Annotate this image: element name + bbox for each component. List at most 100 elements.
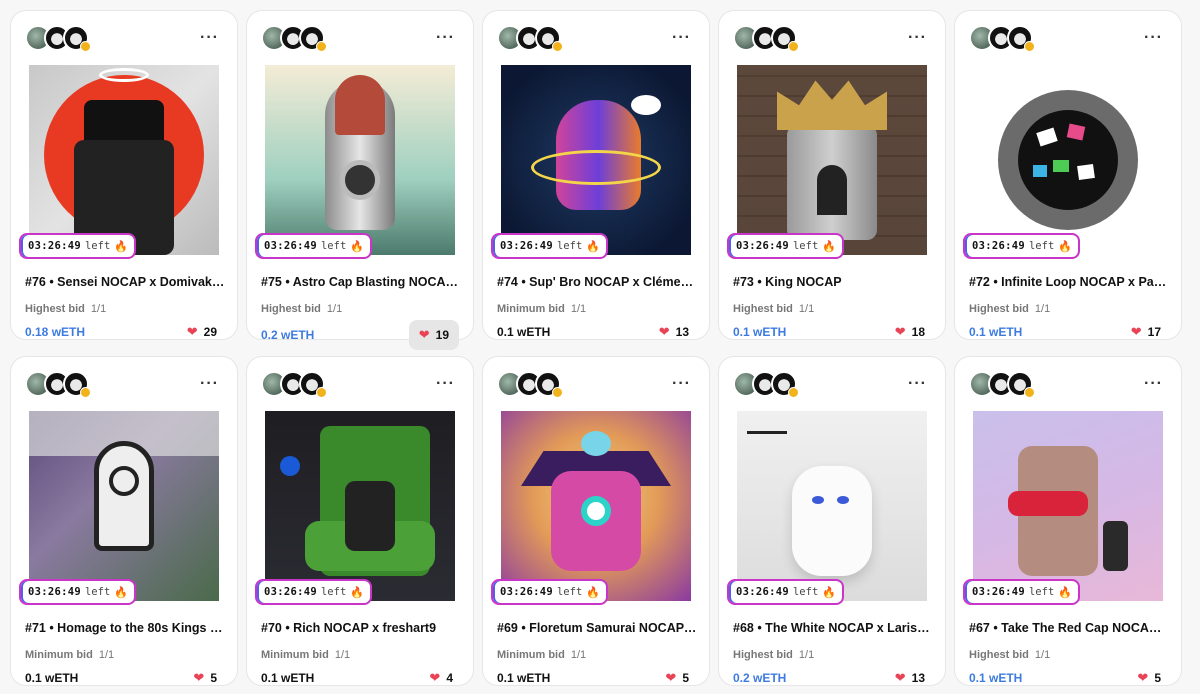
nft-card[interactable]: ··· 03:26:49 left 🔥 #71 • Homage to the …: [10, 356, 238, 686]
nft-artwork[interactable]: [265, 411, 455, 601]
more-options-icon[interactable]: ···: [200, 30, 223, 46]
nft-card[interactable]: ··· 03:26:49 left 🔥 #70 • Rich NOCAP x f…: [246, 356, 474, 686]
avatar[interactable]: [63, 371, 91, 398]
edition: 1/1: [98, 649, 115, 661]
creator-avatars[interactable]: [261, 25, 327, 52]
nft-artwork[interactable]: [737, 65, 927, 255]
heart-icon: ❤: [1137, 670, 1149, 685]
nft-title[interactable]: #74 • Sup' Bro NOCAP x Clémen...: [497, 275, 697, 289]
heart-icon: ❤: [894, 670, 906, 685]
more-options-icon[interactable]: ···: [1144, 30, 1167, 46]
like-button[interactable]: ❤ 5: [1131, 666, 1167, 690]
like-button[interactable]: ❤ 17: [1125, 320, 1167, 344]
fire-icon: 🔥: [822, 585, 836, 599]
nft-artwork[interactable]: [29, 411, 219, 601]
timer-time: 03:26:49: [500, 586, 553, 598]
like-button[interactable]: ❤ 13: [653, 320, 695, 344]
more-options-icon[interactable]: ···: [908, 30, 931, 46]
creator-avatars[interactable]: [497, 371, 563, 398]
creator-avatars[interactable]: [25, 371, 91, 398]
avatar[interactable]: [299, 25, 327, 52]
nft-media[interactable]: 03:26:49 left 🔥: [491, 65, 691, 259]
creator-avatars[interactable]: [497, 25, 563, 52]
heart-icon: ❤: [193, 670, 205, 685]
avatar[interactable]: [535, 25, 563, 52]
nft-artwork[interactable]: [973, 411, 1163, 601]
nft-media[interactable]: 03:26:49 left 🔥: [255, 411, 455, 605]
nft-title[interactable]: #75 • Astro Cap Blasting NOCAP...: [261, 275, 461, 289]
nft-media[interactable]: 03:26:49 left 🔥: [963, 65, 1163, 259]
nft-title[interactable]: #69 • Floretum Samurai NOCAP ...: [497, 621, 697, 635]
avatar[interactable]: [1007, 371, 1035, 398]
avatar[interactable]: [771, 371, 799, 398]
nft-card[interactable]: ··· 03:26:49 left 🔥 #76 • Sensei NOCAP x…: [10, 10, 238, 340]
like-button[interactable]: ❤ 19: [408, 320, 459, 350]
timer-time: 03:26:49: [972, 240, 1025, 252]
like-count: 5: [682, 671, 689, 685]
fire-icon: 🔥: [586, 585, 600, 599]
like-button[interactable]: ❤ 5: [659, 666, 695, 690]
more-options-icon[interactable]: ···: [672, 30, 695, 46]
nft-card[interactable]: ··· 03:26:49 left 🔥 #75 • Astro Cap Blas…: [246, 10, 474, 350]
nft-artwork[interactable]: [501, 65, 691, 255]
nft-title[interactable]: #67 • Take The Red Cap NOCAP x ...: [969, 621, 1169, 635]
bid-meta: Minimum bid 1/1: [497, 303, 695, 315]
nft-title[interactable]: #73 • King NOCAP: [733, 275, 933, 289]
avatar[interactable]: [535, 371, 563, 398]
more-options-icon[interactable]: ···: [436, 376, 459, 392]
like-button[interactable]: ❤ 29: [181, 320, 223, 344]
more-options-icon[interactable]: ···: [1144, 376, 1167, 392]
nft-media[interactable]: 03:26:49 left 🔥: [19, 65, 219, 259]
nft-artwork[interactable]: [265, 65, 455, 255]
creator-avatars[interactable]: [261, 371, 327, 398]
nft-card[interactable]: ··· 03:26:49 left 🔥 #73 • King NOCAP Hig…: [718, 10, 946, 340]
nft-card[interactable]: ··· 03:26:49 left 🔥 #74 • Sup' Bro NOCAP…: [482, 10, 710, 340]
nft-media[interactable]: 03:26:49 left 🔥: [255, 65, 455, 259]
timer-time: 03:26:49: [264, 586, 317, 598]
creator-avatars[interactable]: [969, 371, 1035, 398]
card-footer: 0.2 wETH ❤ 13: [733, 666, 931, 690]
nft-media[interactable]: 03:26:49 left 🔥: [727, 411, 927, 605]
like-button[interactable]: ❤ 13: [889, 666, 931, 690]
price: 0.2 wETH: [733, 671, 787, 685]
nft-card[interactable]: ··· 03:26:49 left 🔥 #69 • Floretum Samur…: [482, 356, 710, 686]
more-options-icon[interactable]: ···: [436, 30, 459, 46]
nft-title[interactable]: #71 • Homage to the 80s Kings NO...: [25, 621, 225, 635]
creator-avatars[interactable]: [969, 25, 1035, 52]
nft-artwork[interactable]: [737, 411, 927, 601]
nft-artwork[interactable]: [501, 411, 691, 601]
edition: 1/1: [570, 303, 587, 315]
fire-icon: 🔥: [114, 239, 128, 253]
like-button[interactable]: ❤ 18: [889, 320, 931, 344]
edition: 1/1: [798, 649, 815, 661]
bid-meta: Highest bid 1/1: [733, 303, 931, 315]
nft-media[interactable]: 03:26:49 left 🔥: [491, 411, 691, 605]
nft-media[interactable]: 03:26:49 left 🔥: [19, 411, 219, 605]
avatar[interactable]: [771, 25, 799, 52]
nft-title[interactable]: #76 • Sensei NOCAP x Domivakero: [25, 275, 225, 289]
nft-title[interactable]: #68 • The White NOCAP x Lariss...: [733, 621, 933, 635]
nft-card[interactable]: ··· 03:26:49 left 🔥 #68 • The White NOCA…: [718, 356, 946, 686]
nft-card[interactable]: ··· 03:26:49 left 🔥 #67 • Take The Red C…: [954, 356, 1182, 686]
nft-artwork[interactable]: [29, 65, 219, 255]
more-options-icon[interactable]: ···: [200, 376, 223, 392]
avatar[interactable]: [299, 371, 327, 398]
like-count: 13: [675, 325, 689, 339]
nft-card[interactable]: ··· 03:26:49 left 🔥 #72 • Infinite Loop …: [954, 10, 1182, 340]
like-button[interactable]: ❤ 5: [187, 666, 223, 690]
nft-media[interactable]: 03:26:49 left 🔥: [963, 411, 1163, 605]
nft-title[interactable]: #70 • Rich NOCAP x freshart9: [261, 621, 461, 635]
avatar[interactable]: [1007, 25, 1035, 52]
auction-timer: 03:26:49 left 🔥: [727, 233, 844, 259]
nft-title[interactable]: #72 • Infinite Loop NOCAP x Patri...: [969, 275, 1169, 289]
avatar[interactable]: [63, 25, 91, 52]
bid-meta: Minimum bid 1/1: [25, 649, 223, 661]
creator-avatars[interactable]: [25, 25, 91, 52]
nft-artwork[interactable]: [973, 65, 1163, 255]
nft-media[interactable]: 03:26:49 left 🔥: [727, 65, 927, 259]
more-options-icon[interactable]: ···: [908, 376, 931, 392]
creator-avatars[interactable]: [733, 25, 799, 52]
more-options-icon[interactable]: ···: [672, 376, 695, 392]
like-button[interactable]: ❤ 4: [423, 666, 459, 690]
creator-avatars[interactable]: [733, 371, 799, 398]
